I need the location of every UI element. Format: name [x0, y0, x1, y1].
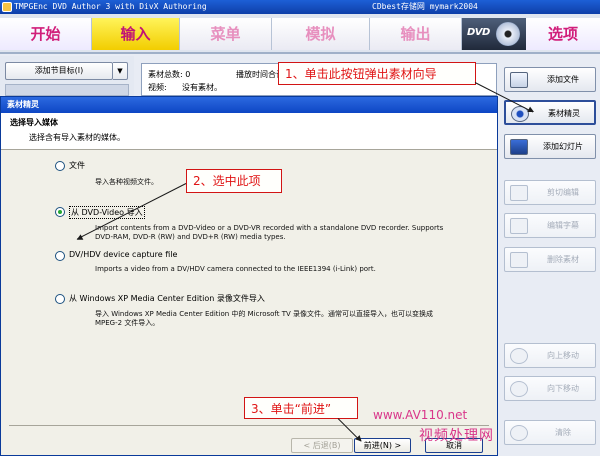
- tab-start[interactable]: 开始: [0, 18, 92, 50]
- slideshow-icon: [510, 139, 528, 155]
- clear-button[interactable]: 清除: [504, 420, 596, 445]
- annotation-step-3: 3、单击“前进”: [244, 397, 358, 419]
- option-media-center-label[interactable]: 从 Windows XP Media Center Edition 录像文件导入: [69, 293, 265, 304]
- radio-dv-capture[interactable]: [55, 251, 65, 261]
- title-list-strip: [5, 84, 129, 96]
- tab-simulate[interactable]: 模拟: [272, 18, 370, 50]
- titlebar-right-text: CDbest存储网 mymark2004: [372, 2, 478, 11]
- add-slideshow-label: 添加幻灯片: [543, 142, 583, 151]
- annotation-step-1: 1、单击此按钮弹出素材向导: [278, 62, 476, 85]
- cut-edit-button[interactable]: 剪切编辑: [504, 180, 596, 205]
- add-file-label: 添加文件: [547, 75, 579, 84]
- radio-dvd-video[interactable]: [55, 207, 65, 217]
- add-file-button[interactable]: 添加文件: [504, 67, 596, 92]
- source-wizard-label: 素材精灵: [548, 109, 580, 118]
- radio-media-center[interactable]: [55, 294, 65, 304]
- delete-source-label: 删除素材: [547, 255, 579, 264]
- window-title: TMPGEnc DVD Author 3 with DivX Authoring: [14, 2, 207, 11]
- dvd-logo: DVD: [462, 18, 526, 50]
- disc-icon: [496, 22, 520, 46]
- arrow-down-icon: [510, 381, 528, 397]
- tab-output[interactable]: 输出: [370, 18, 462, 50]
- move-up-label: 向上移动: [547, 351, 579, 360]
- cut-edit-icon: [510, 185, 528, 201]
- radio-file[interactable]: [55, 161, 65, 171]
- option-dvd-video-desc: Import contents from a DVD-Video or a DV…: [95, 224, 444, 241]
- dialog-subheading: 选择含有导入素材的媒体。: [29, 133, 125, 142]
- title-panel: 添加节目标(I) ▼: [0, 56, 134, 96]
- option-dv-capture-label[interactable]: DV/HDV device capture file: [69, 250, 177, 259]
- dialog-titlebar: 素材精灵: [1, 97, 497, 113]
- option-dvd-video-label[interactable]: 从 DVD-Video 导入: [69, 206, 145, 219]
- option-file-label[interactable]: 文件: [69, 160, 85, 171]
- step-tabs: 开始 输入 菜单 模拟 输出 DVD 选项: [0, 14, 600, 54]
- add-title-button[interactable]: 添加节目标(I): [5, 62, 113, 80]
- add-file-icon: [510, 72, 528, 88]
- clear-label: 清除: [555, 428, 571, 437]
- edit-subtitle-icon: [510, 218, 528, 234]
- cut-edit-label: 剪切编辑: [547, 188, 579, 197]
- dialog-divider: [9, 425, 489, 426]
- add-slideshow-button[interactable]: 添加幻灯片: [504, 134, 596, 159]
- dvd-logo-text: DVD: [467, 27, 490, 38]
- add-title-dropdown[interactable]: ▼: [113, 62, 128, 80]
- move-down-button[interactable]: 向下移动: [504, 376, 596, 401]
- back-button[interactable]: < 后退(B): [291, 438, 353, 453]
- option-media-center-desc: 导入 Windows XP Media Center Edition 中的 Mi…: [95, 310, 434, 327]
- move-down-label: 向下移动: [547, 384, 579, 393]
- delete-source-button[interactable]: 删除素材: [504, 247, 596, 272]
- video-value: 没有素材。: [182, 83, 222, 92]
- clear-icon: [510, 425, 528, 441]
- edit-subtitle-label: 编辑字幕: [547, 221, 579, 230]
- dialog-heading: 选择导入媒体: [10, 118, 58, 127]
- tab-menu[interactable]: 菜单: [180, 18, 272, 50]
- window-titlebar: TMPGEnc DVD Author 3 with DivX Authoring…: [0, 0, 600, 14]
- option-dv-capture-desc: Imports a video from a DV/HDV camera con…: [95, 265, 376, 273]
- watermark-text: 视频处理网: [419, 428, 494, 444]
- total-sources-label: 素材总数: 0: [148, 70, 191, 79]
- arrow-up-icon: [510, 348, 528, 364]
- watermark-url: www.AV110.net: [373, 408, 468, 422]
- tab-input[interactable]: 输入: [92, 18, 180, 50]
- annotation-step-2: 2、选中此项: [186, 169, 282, 193]
- delete-icon: [510, 252, 528, 268]
- move-up-button[interactable]: 向上移动: [504, 343, 596, 368]
- app-icon: [2, 2, 12, 12]
- tab-options[interactable]: 选项: [526, 18, 600, 50]
- edit-subtitle-button[interactable]: 编辑字幕: [504, 213, 596, 238]
- dialog-header: 选择导入媒体 选择含有导入素材的媒体。: [1, 113, 497, 150]
- video-label: 视频:: [148, 83, 167, 92]
